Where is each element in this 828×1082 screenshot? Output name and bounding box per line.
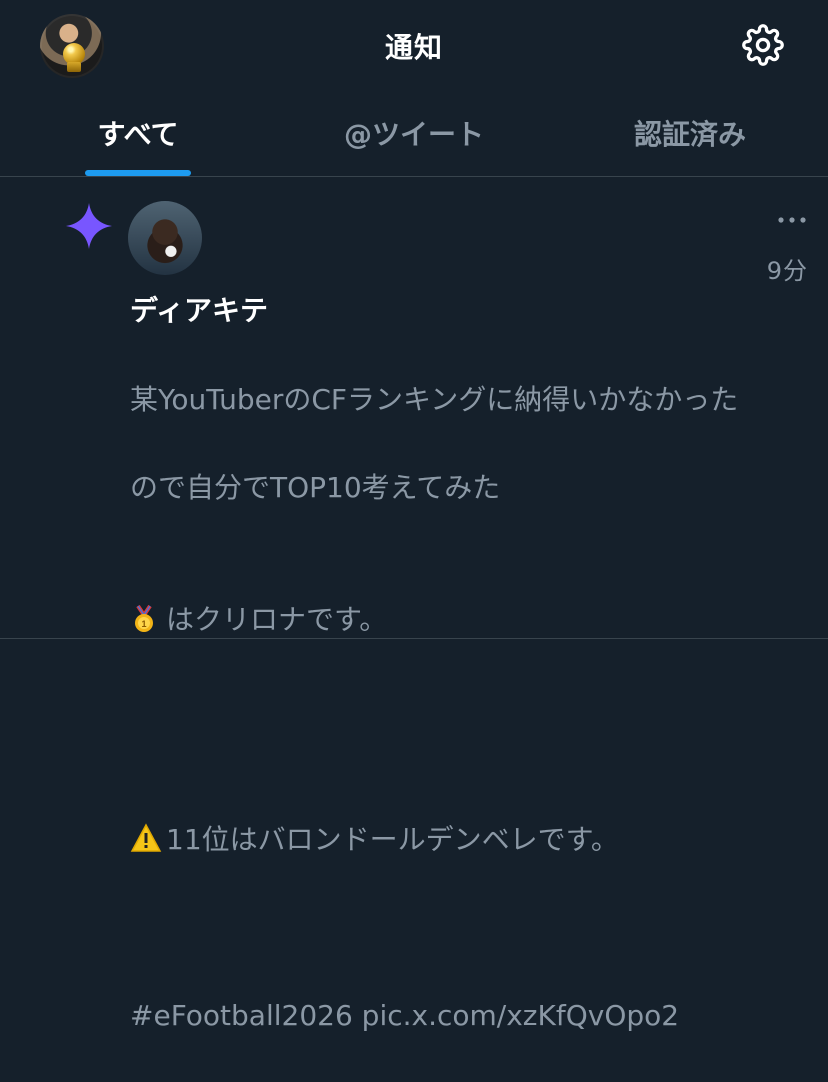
timestamp: 9分 <box>766 257 808 285</box>
tab-verified[interactable]: 認証済み <box>552 90 828 176</box>
settings-button[interactable] <box>740 22 786 68</box>
header: 通知 <box>0 0 828 90</box>
svg-text:1: 1 <box>141 619 146 629</box>
tab-all-label: すべて <box>97 118 179 151</box>
tab-mentions[interactable]: @ツイート <box>276 90 552 176</box>
tab-all[interactable]: すべて <box>0 90 276 176</box>
page-title: 通知 <box>384 31 443 64</box>
gear-icon <box>742 24 784 66</box>
more-options-icon[interactable] <box>776 211 808 229</box>
notification-username[interactable]: ディアキテ <box>130 289 268 329</box>
tweet-line: 某YouTuberのCFランキングに納得いかなかった <box>130 383 739 416</box>
notification-tabs: すべて @ツイート 認証済み <box>0 90 828 177</box>
avatar[interactable] <box>128 201 202 275</box>
warning-icon <box>130 823 162 852</box>
tab-mentions-label: @ツイート <box>343 118 484 151</box>
sparkle-icon <box>66 203 112 249</box>
active-tab-indicator <box>85 170 191 176</box>
notification-item[interactable]: 9分 ディアキテ 某YouTuberのCFランキングに納得いかなかった ので自分… <box>0 177 828 1032</box>
tweet-line-text: はクリロナです。 <box>166 603 388 636</box>
tweet-line: 11位はバロンドールデンベレです。 <box>130 774 810 862</box>
gold-medal-icon: 1 <box>135 605 153 632</box>
tweet-content: 某YouTuberのCFランキングに納得いかなかった ので自分でTOP10考えて… <box>130 334 810 1082</box>
tweet-line-text: 11位はバロンドールデンベレです。 <box>166 823 619 856</box>
tweet-line: ので自分でTOP10考えてみた <box>130 471 501 504</box>
tweet-line: 1 はクリロナです。 <box>130 554 810 642</box>
tweet-hashtag-link[interactable]: #eFootball2026 pic.x.com/xzKfQvOpo2 <box>130 994 810 1038</box>
tab-verified-label: 認証済み <box>633 118 746 151</box>
